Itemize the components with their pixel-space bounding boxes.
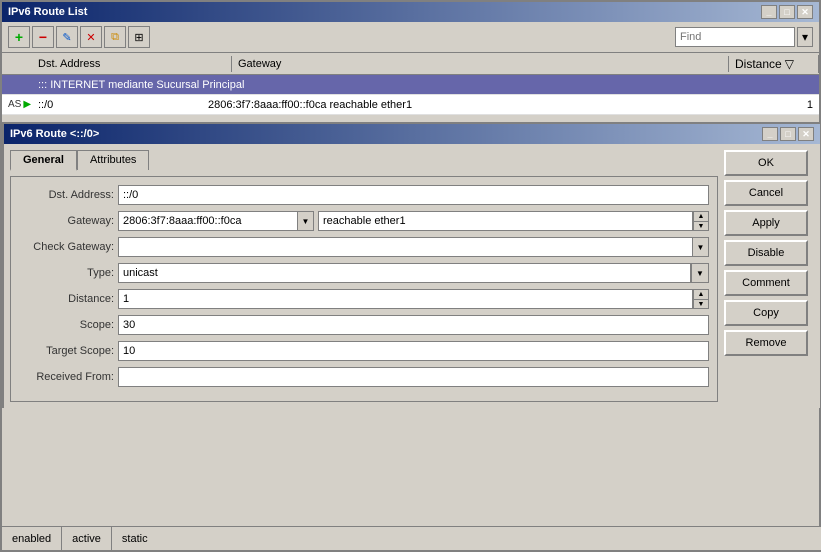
gateway-label: Gateway: xyxy=(19,215,114,227)
outer-title-bar: IPv6 Route List _ □ ✕ xyxy=(2,2,819,22)
inner-dialog: IPv6 Route <::/0> _ □ ✕ General Attribut… xyxy=(2,122,821,408)
check-gateway-dropdown[interactable]: ▼ xyxy=(693,237,709,257)
tab-general[interactable]: General xyxy=(10,150,77,171)
scope-label: Scope: xyxy=(19,319,114,331)
filter-button[interactable]: ⊞ xyxy=(128,26,150,48)
table-header: Dst. Address Gateway Distance ▽ xyxy=(2,53,819,75)
col-header-dist: Distance ▽ xyxy=(729,55,819,73)
table-row[interactable]: AS ▶ ::/0 2806:3f7:8aaa:ff00::f0ca reach… xyxy=(2,95,819,115)
apply-button[interactable]: Apply xyxy=(724,210,808,236)
outer-minimize-button[interactable]: _ xyxy=(761,5,777,19)
target-scope-input[interactable] xyxy=(118,341,709,361)
type-dropdown[interactable]: ▼ xyxy=(691,263,709,283)
sort-icon: ▽ xyxy=(785,57,794,71)
remove-button[interactable]: − xyxy=(32,26,54,48)
type-label: Type: xyxy=(19,267,114,279)
distance-label: Distance: xyxy=(19,293,114,305)
cancel-button[interactable]: Cancel xyxy=(724,180,808,206)
target-scope-row: Target Scope: xyxy=(19,341,709,361)
flag-as: AS xyxy=(8,99,21,110)
check-gateway-input[interactable] xyxy=(118,237,693,257)
received-from-row: Received From: xyxy=(19,367,709,387)
col-header-dst: Dst. Address xyxy=(32,56,232,72)
scope-row: Scope: xyxy=(19,315,709,335)
distance-input[interactable] xyxy=(118,289,693,309)
tab-bar: General Attributes xyxy=(10,150,718,170)
disable-button[interactable]: Disable xyxy=(724,240,808,266)
outer-close-button[interactable]: ✕ xyxy=(797,5,813,19)
scope-input[interactable] xyxy=(118,315,709,335)
gateway-up-button[interactable]: ▲ xyxy=(693,211,709,221)
target-scope-label: Target Scope: xyxy=(19,345,114,357)
distance-up-button[interactable]: ▲ xyxy=(693,289,709,299)
route-table: Dst. Address Gateway Distance ▽ ::: INTE… xyxy=(2,53,819,115)
status-bar: enabled active static xyxy=(2,526,821,550)
row-gateway: 2806:3f7:8aaa:ff00::f0ca reachable ether… xyxy=(202,97,729,113)
comment-button[interactable]: Comment xyxy=(724,270,808,296)
dst-address-label: Dst. Address: xyxy=(19,189,114,201)
copy-toolbar-button[interactable]: ⧉ xyxy=(104,26,126,48)
received-from-input[interactable] xyxy=(118,367,709,387)
action-buttons: OK Cancel Apply Disable Comment Copy Rem… xyxy=(724,150,814,402)
distance-down-button[interactable]: ▼ xyxy=(693,299,709,309)
tab-content: Dst. Address: Gateway: ▼ ▲ ▼ xyxy=(10,176,718,402)
gateway-second-input[interactable] xyxy=(318,211,693,231)
toolbar: + − ✎ ✕ ⧉ ⊞ ▾ xyxy=(2,22,819,53)
inner-title-text: IPv6 Route <::/0> xyxy=(10,128,99,140)
gateway-row: Gateway: ▼ ▲ ▼ xyxy=(19,211,709,231)
row-flags: AS ▶ xyxy=(2,97,32,112)
inner-maximize-button[interactable]: □ xyxy=(780,127,796,141)
outer-title-text: IPv6 Route List xyxy=(8,6,87,18)
tab-attributes[interactable]: Attributes xyxy=(77,150,149,170)
distance-arrows: ▲ ▼ xyxy=(693,289,709,309)
outer-window: IPv6 Route List _ □ ✕ + − ✎ ✕ ⧉ ⊞ ▾ Dst.… xyxy=(0,0,821,552)
inner-title-bar: IPv6 Route <::/0> _ □ ✕ xyxy=(4,124,820,144)
delete-button[interactable]: ✕ xyxy=(80,26,102,48)
gateway-second-arrows: ▲ ▼ xyxy=(693,211,709,231)
search-dropdown-button[interactable]: ▾ xyxy=(797,27,813,47)
inner-close-button[interactable]: ✕ xyxy=(798,127,814,141)
status-static: static xyxy=(112,527,158,550)
row-distance: 1 xyxy=(729,97,819,113)
table-group-row[interactable]: ::: INTERNET mediante Sucursal Principal xyxy=(2,75,819,95)
type-row: Type: ▼ xyxy=(19,263,709,283)
outer-title-buttons: _ □ ✕ xyxy=(761,5,813,19)
inner-minimize-button[interactable]: _ xyxy=(762,127,778,141)
gateway-dropdown-button[interactable]: ▼ xyxy=(298,211,314,231)
check-gateway-label: Check Gateway: xyxy=(19,241,114,253)
add-button[interactable]: + xyxy=(8,26,30,48)
dst-address-input[interactable] xyxy=(118,185,709,205)
type-input[interactable] xyxy=(118,263,691,283)
outer-maximize-button[interactable]: □ xyxy=(779,5,795,19)
row-dst: ::/0 xyxy=(32,97,202,113)
gateway-down-button[interactable]: ▼ xyxy=(693,221,709,231)
gateway-inputs: ▼ ▲ ▼ xyxy=(118,211,709,231)
distance-row: Distance: ▲ ▼ xyxy=(19,289,709,309)
search-input[interactable] xyxy=(675,27,795,47)
inner-title-buttons: _ □ ✕ xyxy=(762,127,814,141)
copy-button[interactable]: Copy xyxy=(724,300,808,326)
gateway-input[interactable] xyxy=(118,211,298,231)
status-enabled: enabled xyxy=(2,527,62,550)
col-header-gw: Gateway xyxy=(232,56,729,72)
received-from-label: Received From: xyxy=(19,371,114,383)
ok-button[interactable]: OK xyxy=(724,150,808,176)
remove-button-dialog[interactable]: Remove xyxy=(724,330,808,356)
dialog-content: General Attributes Dst. Address: Gateway… xyxy=(4,144,820,408)
edit-button[interactable]: ✎ xyxy=(56,26,78,48)
status-active: active xyxy=(62,527,112,550)
flag-active: ▶ xyxy=(23,99,31,110)
dst-address-row: Dst. Address: xyxy=(19,185,709,205)
check-gateway-row: Check Gateway: ▼ xyxy=(19,237,709,257)
form-area: General Attributes Dst. Address: Gateway… xyxy=(10,150,718,402)
group-label: ::: INTERNET mediante Sucursal Principal xyxy=(32,77,729,93)
